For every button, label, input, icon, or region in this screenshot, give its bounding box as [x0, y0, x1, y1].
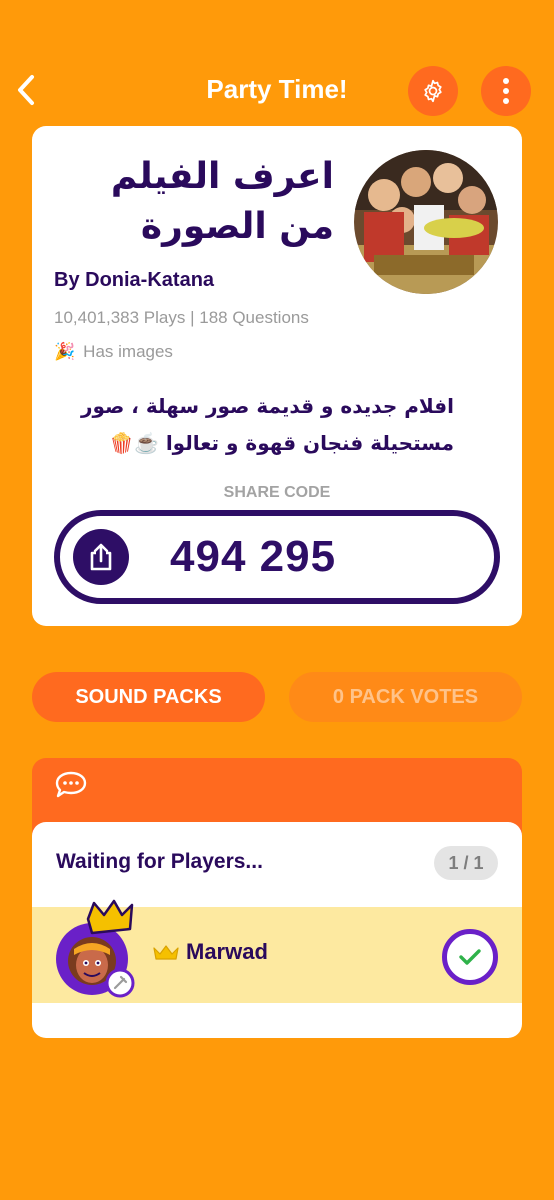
- has-images-label: Has images: [83, 342, 173, 361]
- has-images-row: 🎉 Has images: [54, 342, 173, 362]
- sound-packs-button[interactable]: SOUND PACKS: [32, 672, 265, 722]
- share-code-value: 494 295: [170, 532, 337, 581]
- quiz-description: افلام جديده و قديمة صور سهلة ، صور مستحي…: [80, 394, 454, 455]
- player-count-badge: 1 / 1: [434, 846, 498, 880]
- chat-bubble-icon: [55, 771, 87, 798]
- ready-check: [442, 929, 498, 985]
- crown-icon: [86, 899, 134, 935]
- quiz-cover-image: [354, 150, 498, 294]
- more-button[interactable]: [481, 66, 531, 116]
- status-bar: [0, 0, 554, 40]
- players-card: Waiting for Players... 1 / 1 Marwad: [32, 822, 522, 1038]
- player-name-group: Marwad: [152, 939, 268, 965]
- settings-button[interactable]: [408, 66, 458, 116]
- party-popper-icon: 🎉: [54, 342, 76, 361]
- header: Party Time!: [0, 62, 554, 118]
- quiz-title: اعرف الفيلم من الصورة: [110, 156, 334, 247]
- share-code-box[interactable]: 494 295: [54, 510, 500, 604]
- gear-icon: [424, 79, 442, 103]
- quiz-stats: 10,401,383 Plays | 188 Questions: [54, 308, 309, 327]
- waiting-players-title: Waiting for Players...: [56, 850, 263, 873]
- share-code-label: SHARE CODE: [223, 484, 331, 501]
- share-button[interactable]: [73, 529, 129, 585]
- player-name: Marwad: [186, 939, 268, 964]
- crown-icon: [153, 945, 179, 960]
- quiz-author[interactable]: By Donia-Katana: [54, 269, 214, 292]
- page-title: Party Time!: [206, 74, 348, 104]
- check-icon: [459, 949, 481, 965]
- quiz-card: اعرف الفيلم من الصورة By Donia-Katana 10…: [32, 126, 522, 626]
- pack-votes-button[interactable]: 0 PACK VOTES: [289, 672, 522, 722]
- more-vertical-icon: [503, 78, 509, 104]
- share-icon: [90, 543, 112, 571]
- pencil-icon[interactable]: [105, 968, 135, 998]
- avatar[interactable]: [54, 899, 138, 999]
- player-row[interactable]: Marwad: [32, 899, 522, 1003]
